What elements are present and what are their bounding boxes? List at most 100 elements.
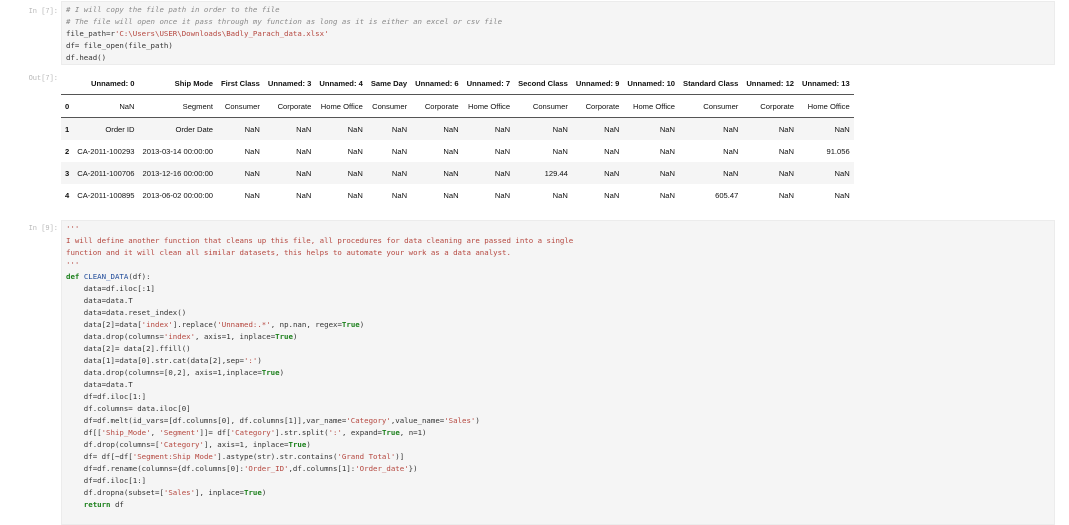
code-token: ':' [243, 356, 258, 365]
table-cell: NaN [391, 168, 408, 178]
code-token: 'index' [141, 320, 173, 329]
table-cell: NaN [73, 94, 139, 118]
table-cell: NaN [391, 124, 408, 134]
code-token: df=df.iloc[1:] [66, 392, 147, 401]
code-token: I will define another function that clea… [66, 236, 574, 245]
code-token: ) [475, 416, 480, 425]
table-cell: NaN [659, 124, 676, 134]
code-token: , axis=1, inplace= [195, 332, 276, 341]
table-cell: NaN [391, 190, 408, 200]
table-cell: NaN [443, 124, 459, 134]
code-token: ,value_name= [390, 416, 445, 425]
code-cell-2[interactable]: ''' I will define another function that … [61, 220, 1055, 525]
code-token: 'Category' [159, 440, 204, 449]
dataframe-output: Unnamed: 0 Ship Mode First Class Unnamed: 3… [61, 72, 854, 206]
table-cell: NaN [659, 146, 676, 156]
table-cell: NaN [778, 190, 795, 200]
table-cell: NaN [723, 168, 739, 178]
table-cell: NaN [347, 190, 363, 200]
code-token: ) [261, 488, 267, 497]
table-cell: NaN [391, 146, 408, 156]
table-cell: NaN [296, 124, 312, 134]
code-token: df= file_open(file_path) [66, 41, 173, 50]
code-line: df=df.iloc[1:] [66, 392, 146, 401]
code-line: file_path=r'C:\Users\USER\Downloads\Badl… [66, 29, 329, 38]
table-cell: Consumer [366, 94, 412, 118]
table-cell: NaN [494, 168, 511, 178]
code-editor-1[interactable]: # I will copy the file path in order to … [62, 2, 1054, 66]
row-index: 1 [65, 124, 70, 134]
table-cell: NaN [244, 146, 260, 156]
prompt-out-7: Out[7]: [28, 75, 58, 83]
code-editor-2[interactable]: ''' I will define another function that … [62, 221, 1054, 513]
table-cell: NaN [244, 168, 260, 178]
column-header: Unnamed: 6 [411, 72, 463, 95]
table-cell: Order Date [175, 124, 214, 134]
code-cell-1[interactable]: # I will copy the file path in order to … [61, 1, 1055, 65]
code-line: df=df.melt(id_vars=[df.columns[0], df.co… [66, 416, 480, 425]
table-cell: Corporate [263, 94, 316, 118]
code-token: file_path=r [66, 29, 115, 38]
column-header: Same Day [366, 72, 412, 95]
table-cell: NaN [659, 190, 676, 200]
table-cell: 91.056 [826, 146, 850, 156]
table-cell: NaN [296, 168, 312, 178]
table-cell: NaN [552, 190, 568, 200]
code-token: ,df.columns[1]: [288, 464, 356, 473]
table-cell: CA-2011-100293 [77, 146, 135, 156]
code-line: data.drop(columns=[0,2], axis=1,inplace=… [66, 368, 284, 377]
code-token: 'Category' [346, 416, 391, 425]
table-row: 2 CA-2011-100293 2013-03-14 00:00:00 NaN NaN… [61, 140, 854, 162]
table-row: 0 NaN Segment Consumer Corporate Home Office C… [61, 94, 854, 118]
row-index: 0 [61, 94, 74, 118]
code-token: data=data.reset_index() [66, 308, 187, 317]
code-token: ].str.split( [275, 428, 329, 437]
code-token: ) [306, 440, 311, 449]
table-cell: Consumer [514, 94, 572, 118]
column-header: Unnamed: 9 [571, 72, 624, 95]
code-token: data[2]= data[2].ffill() [66, 344, 191, 353]
code-token: True [288, 440, 307, 449]
prompt-in-7: In [7]: [28, 8, 58, 16]
code-token: ].astype(str).str.contains( [217, 452, 338, 461]
code-token: )] [395, 452, 405, 461]
table-row: 1 Order ID Order Date NaN NaN NaN NaN NaN NaN NaN… [61, 117, 854, 140]
code-token: df.dropna(subset=[ [66, 488, 164, 497]
table-cell: 2013-03-14 00:00:00 [142, 146, 214, 156]
table-cell: NaN [296, 190, 312, 200]
code-token: 'Sales' [444, 416, 476, 425]
table-cell: Home Office [462, 94, 515, 118]
code-token: (df): [128, 272, 151, 281]
code-token: True [275, 332, 293, 341]
column-header: Unnamed: 13 [798, 72, 854, 95]
code-line: data=data.T [66, 380, 133, 389]
code-token: # I will copy the file path in order to … [66, 5, 280, 14]
table-cell: Segment [138, 94, 218, 118]
code-line: ''' [66, 260, 79, 269]
code-line: data[1]=data[0].str.cat(data[2],sep=':') [66, 356, 262, 365]
table-cell: NaN [494, 146, 511, 156]
code-line: df.columns= data.iloc[0] [66, 404, 191, 413]
table-cell: NaN [604, 146, 620, 156]
code-token: , n=1) [399, 428, 427, 437]
code-token: 'index' [163, 332, 196, 341]
code-token: def [66, 272, 84, 281]
table-row: 4 CA-2011-100895 2013-06-02 00:00:00 NaN NaN… [61, 184, 854, 206]
table-cell: NaN [552, 146, 568, 156]
code-token: df [114, 500, 124, 509]
row-index: 2 [65, 146, 70, 156]
code-token: True [381, 428, 400, 437]
code-token: ) [292, 332, 298, 341]
code-token: True [341, 320, 360, 329]
code-token: df= df[~df[ [66, 452, 133, 461]
table-cell: Home Office [798, 94, 854, 118]
code-token: True [261, 368, 280, 377]
code-token: # The file will open once it pass throug… [66, 17, 503, 26]
code-token: ], axis=1, inplace= [203, 440, 289, 449]
table-cell: NaN [244, 124, 260, 134]
table-cell: NaN [834, 190, 850, 200]
table-cell: NaN [443, 190, 459, 200]
code-token: ) [257, 356, 262, 365]
code-line: df.dropna(subset=['Sales'], inplace=True… [66, 488, 266, 497]
table-cell: NaN [244, 190, 260, 200]
